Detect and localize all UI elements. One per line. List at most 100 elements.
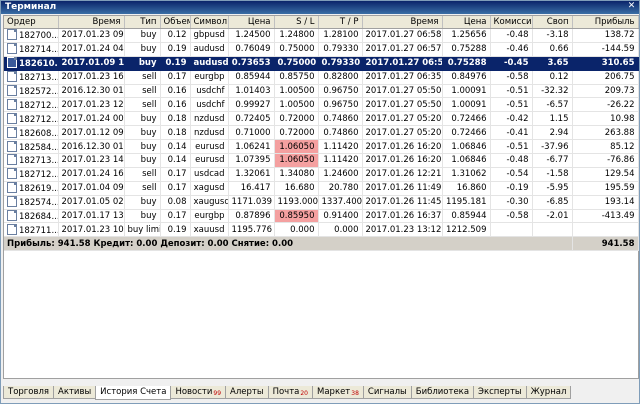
cell-profit: 10.98 xyxy=(572,111,639,127)
cell-volume: 0.17 xyxy=(160,181,191,196)
summary-row: Прибыль: 941.58 Кредит: 0.00 Депозит: 0.… xyxy=(4,236,639,252)
cell-volume: 0.19 xyxy=(160,222,191,238)
table-row[interactable]: 182574...2017.01.05 02:44:24buy0.08xaugu… xyxy=(4,195,639,210)
table-row[interactable]: 182711...2017.01.23 10:28:49buy limit0.1… xyxy=(4,222,639,238)
order-number: 182712... xyxy=(19,170,58,181)
cell-sl: 1.00500 xyxy=(274,84,319,99)
table-row[interactable]: 182714...2017.01.24 04:13:28buy0.19audus… xyxy=(4,42,639,57)
table-header: ОрдерВремяТипОбъемСимволЦенаS / LT / PВр… xyxy=(4,16,639,29)
cell-tp: 1.11420 xyxy=(318,139,363,155)
table-row[interactable]: 182712...2017.01.24 16:09:49sell0.17usdc… xyxy=(4,167,639,182)
column-header[interactable]: Тип xyxy=(124,16,161,29)
column-header[interactable]: T / P xyxy=(318,16,363,29)
tab-6[interactable]: Маркет38 xyxy=(312,386,364,399)
summary-total: 941.58 xyxy=(572,236,639,252)
cell-cprice: 0.75288 xyxy=(442,42,491,57)
cell-commission: -0.51 xyxy=(490,139,533,155)
column-header[interactable]: Комиссия xyxy=(490,16,533,29)
column-header[interactable]: Объем xyxy=(160,16,191,29)
cell-price: 0.87896 xyxy=(228,209,275,224)
cell-swap: -5.95 xyxy=(532,181,573,196)
tab-2[interactable]: История Счета xyxy=(95,386,172,400)
column-header[interactable]: Время xyxy=(362,16,443,29)
cell-tp: 0.74860 xyxy=(318,125,363,141)
cell-sl: 1.06050 xyxy=(274,139,319,155)
table-row[interactable]: 182684...2017.01.17 13:16:34buy0.17eurgb… xyxy=(4,209,639,224)
order-number: 182714... xyxy=(19,45,58,56)
tab-badge: 38 xyxy=(351,390,359,397)
tab-0[interactable]: Торговля xyxy=(3,386,55,399)
table-row[interactable]: 182572...2016.12.30 01:40:02sell0.16usdc… xyxy=(4,84,639,99)
cell-time: 2017.01.23 16:37:33 xyxy=(58,70,125,85)
cell-type: sell xyxy=(124,70,161,85)
order-number: 182700... xyxy=(19,31,58,42)
cell-order: 182619... xyxy=(4,181,59,196)
history-table-container[interactable]: ОрдерВремяТипОбъемСимволЦенаS / LT / PВр… xyxy=(3,15,639,379)
column-header[interactable]: Время xyxy=(58,16,125,29)
cell-symbol: audusd xyxy=(190,42,229,57)
cell-commission: -0.41 xyxy=(490,125,533,141)
tab-10[interactable]: Журнал xyxy=(525,386,572,399)
tab-7[interactable]: Сигналы xyxy=(362,386,412,399)
cell-ctime: 2017.01.26 11:49:01 xyxy=(362,181,443,196)
cell-price: 1.07395 xyxy=(228,153,275,168)
cell-volume: 0.16 xyxy=(160,97,191,113)
table-row[interactable]: 182712...2017.01.23 12:01:53sell0.16usdc… xyxy=(4,97,639,113)
order-document-icon xyxy=(7,43,17,55)
column-header[interactable]: Цена xyxy=(228,16,275,29)
close-icon[interactable]: ✕ xyxy=(627,2,636,11)
table-row[interactable]: 182584...2016.12.30 01:40:31buy0.14eurus… xyxy=(4,139,639,155)
cell-cprice: 0.75288 xyxy=(442,56,491,71)
cell-cprice: 1.00091 xyxy=(442,84,491,99)
cell-type: sell xyxy=(124,97,161,113)
cell-profit: 263.88 xyxy=(572,125,639,141)
column-header[interactable]: Символ xyxy=(190,16,229,29)
tab-9[interactable]: Эксперты xyxy=(473,386,527,399)
column-header[interactable]: Цена xyxy=(442,16,491,29)
cell-time: 2016.12.30 01:40:31 xyxy=(58,139,125,155)
tab-3[interactable]: Новости99 xyxy=(170,386,227,399)
column-header[interactable]: Ордер xyxy=(4,16,59,29)
cell-tp: 0.96750 xyxy=(318,84,363,99)
order-number: 182713... xyxy=(19,73,58,84)
cell-volume: 0.08 xyxy=(160,195,191,210)
cell-sl: 0.85950 xyxy=(274,209,319,224)
cell-commission: -0.48 xyxy=(490,28,533,43)
cell-sl: 0.75000 xyxy=(274,56,319,71)
cell-price: 1.01403 xyxy=(228,84,275,99)
cell-ctime: 2017.01.27 05:20:22 xyxy=(362,111,443,127)
table-row[interactable]: 182700...2017.01.23 09:09:05buy0.12gbpus… xyxy=(4,28,639,43)
cell-time: 2017.01.23 12:01:53 xyxy=(58,97,125,113)
cell-symbol: usdcad xyxy=(190,167,229,182)
tab-4[interactable]: Алерты xyxy=(225,386,269,399)
table-row[interactable]: 182713...2017.01.23 14:35:52buy0.14eurus… xyxy=(4,153,639,168)
cell-sl: 0.72000 xyxy=(274,125,319,141)
cell-price: 1195.776 xyxy=(228,222,275,238)
column-header[interactable]: Прибыль xyxy=(572,16,639,29)
tab-5[interactable]: Почта20 xyxy=(267,386,313,399)
table-row[interactable]: 182712...2017.01.24 00:01:52buy0.18nzdus… xyxy=(4,111,639,127)
cell-order: 182712... xyxy=(4,111,59,127)
cell-ctime: 2017.01.27 06:57:56 xyxy=(362,56,443,71)
table-row[interactable]: 182608...2017.01.12 09:30:35buy0.18nzdus… xyxy=(4,125,639,141)
table-row[interactable]: 182713...2017.01.23 16:37:33sell0.17eurg… xyxy=(4,70,639,85)
table-row[interactable]: 182610...2017.01.09 18:24:05buy0.19audus… xyxy=(4,56,639,71)
cell-symbol: eurgbp xyxy=(190,209,229,224)
cell-price: 16.417 xyxy=(228,181,275,196)
cell-type: sell xyxy=(124,167,161,182)
table-row[interactable]: 182619...2017.01.04 09:04:35sell0.17xagu… xyxy=(4,181,639,196)
cell-ctime: 2017.01.26 16:37:33 xyxy=(362,209,443,224)
order-number: 182713... xyxy=(19,156,58,167)
cell-tp: 0.74860 xyxy=(318,111,363,127)
cell-commission: -0.30 xyxy=(490,195,533,210)
column-header[interactable]: S / L xyxy=(274,16,319,29)
tab-8[interactable]: Библиотека xyxy=(410,386,475,399)
tab-1[interactable]: Активы xyxy=(53,386,97,399)
cell-time: 2017.01.24 04:13:28 xyxy=(58,42,125,57)
cell-cprice: 0.85944 xyxy=(442,209,491,224)
cell-time: 2017.01.24 16:09:49 xyxy=(58,167,125,182)
column-header[interactable]: Своп xyxy=(532,16,573,29)
cell-order: 182584... xyxy=(4,139,59,155)
cell-swap: -2.01 xyxy=(532,209,573,224)
tab-label: Эксперты xyxy=(478,387,522,397)
